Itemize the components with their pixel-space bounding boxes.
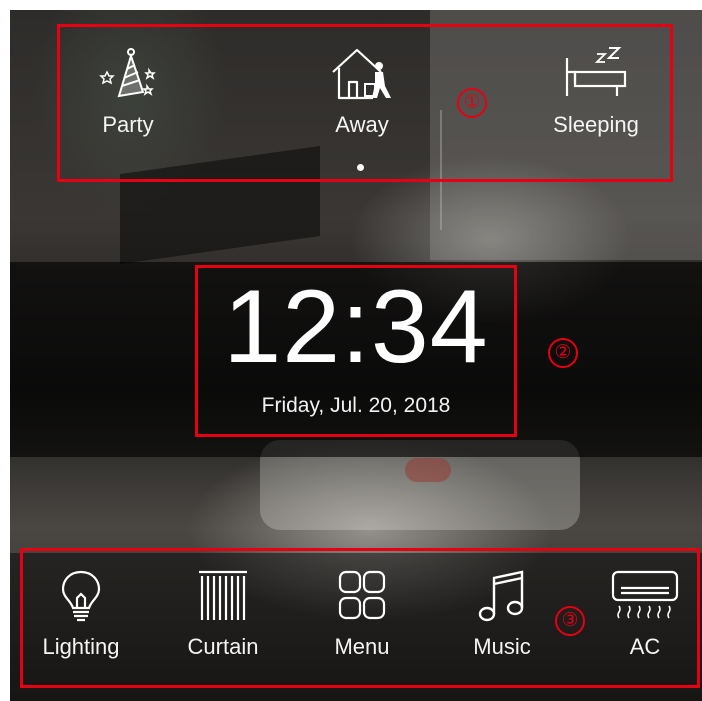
annotation-number-2: ② <box>548 338 578 368</box>
annotation-number-1: ① <box>457 88 487 118</box>
annotation-number-3: ③ <box>555 606 585 636</box>
annotation-box-scenes <box>57 24 673 182</box>
annotation-box-clock <box>195 265 517 437</box>
background-flowers <box>405 458 451 482</box>
annotation-box-nav <box>20 548 700 688</box>
